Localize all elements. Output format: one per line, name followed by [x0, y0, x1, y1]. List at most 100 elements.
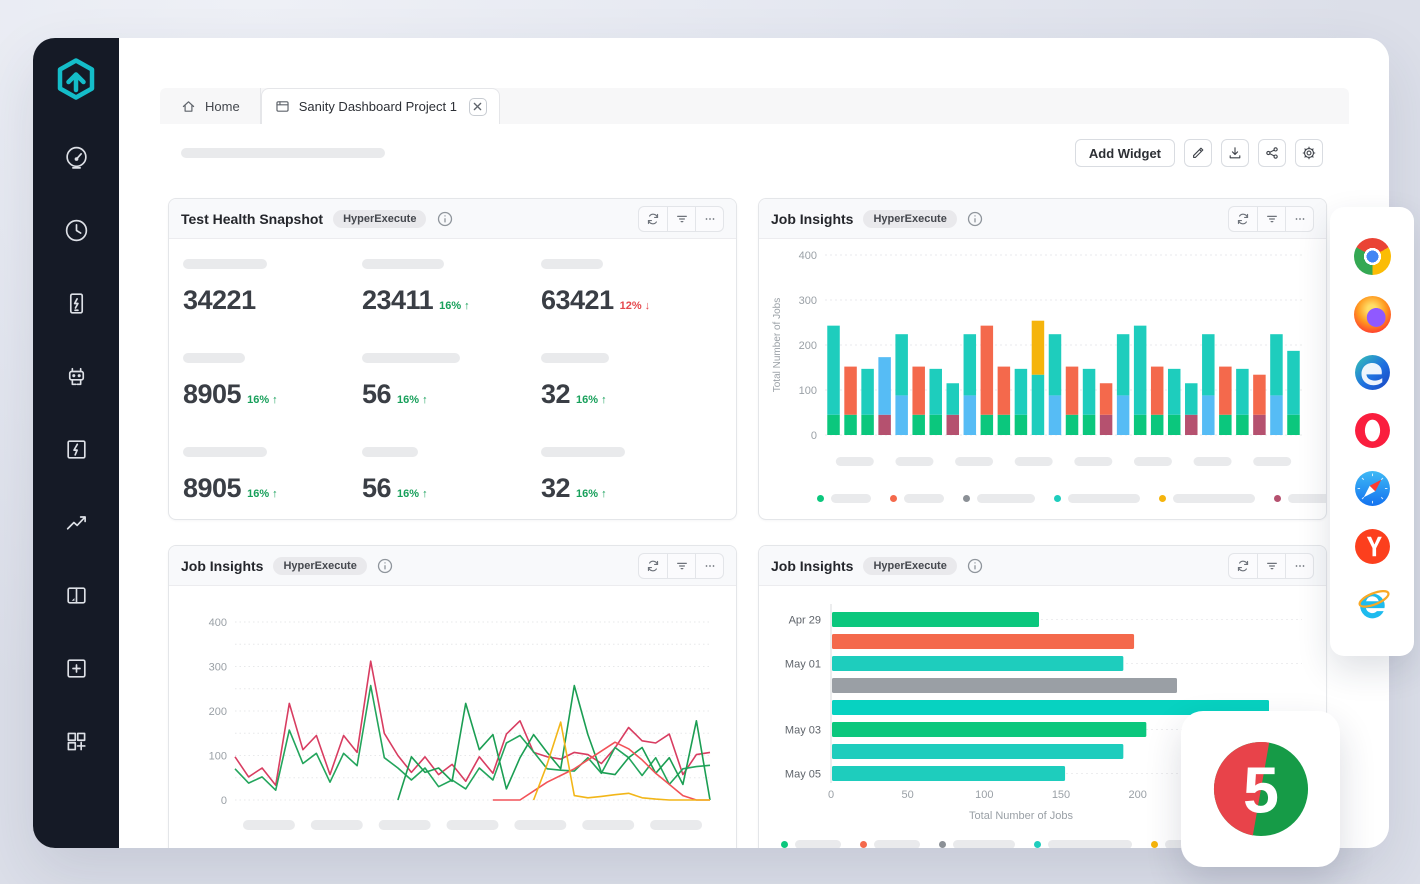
legend-dot — [890, 495, 897, 502]
refresh-icon — [646, 212, 660, 226]
legend-item[interactable] — [963, 494, 1035, 503]
dashboard-gauge-icon[interactable] — [63, 144, 90, 171]
hyperexecute-badge: HyperExecute — [863, 210, 956, 228]
legend-item[interactable] — [781, 840, 841, 848]
widget-button-group — [638, 206, 724, 232]
add-widget-button[interactable]: Add Widget — [1075, 139, 1175, 167]
legend-skeleton — [1048, 840, 1132, 848]
edit-button[interactable] — [1184, 139, 1212, 167]
tab-close-button[interactable] — [469, 98, 487, 116]
hyperexecute-bolt-icon[interactable] — [63, 436, 90, 463]
info-icon[interactable] — [377, 557, 394, 574]
hyperexecute-badge: HyperExecute — [273, 557, 366, 575]
svg-text:Total Number of Jobs: Total Number of Jobs — [772, 298, 783, 393]
legend-item[interactable] — [1054, 494, 1140, 503]
info-icon[interactable] — [967, 557, 984, 574]
compare-split-icon[interactable] — [63, 582, 90, 609]
pencil-icon — [1190, 145, 1206, 161]
info-icon[interactable] — [967, 210, 984, 227]
ellipsis-icon — [1293, 212, 1307, 226]
filter-button[interactable] — [667, 554, 695, 578]
stat-label-skeleton — [541, 353, 609, 363]
new-dashboard-plus-icon[interactable] — [63, 655, 90, 682]
internet-explorer-icon[interactable] — [1354, 586, 1391, 623]
widget-job-insights-line: Job Insights HyperExecute 0100200300400 — [168, 545, 737, 848]
widget-title: Job Insights — [771, 211, 853, 227]
widget-header: Job Insights HyperExecute — [169, 546, 736, 586]
tab-sanity-label: Sanity Dashboard Project 1 — [299, 99, 457, 114]
legend-skeleton — [953, 840, 1015, 848]
stat-delta: 16% ↑ — [247, 488, 278, 500]
tab-home[interactable]: Home — [160, 88, 261, 124]
svg-text:150: 150 — [1052, 789, 1070, 801]
legend-dot — [939, 841, 946, 848]
legend-item[interactable] — [817, 494, 871, 503]
device-bolt-icon[interactable] — [63, 290, 90, 317]
stat-delta: 12% ↓ — [620, 300, 651, 312]
filter-button[interactable] — [1257, 207, 1285, 231]
legend-item[interactable] — [939, 840, 1015, 848]
stat-label-skeleton — [183, 259, 267, 269]
stat-label-skeleton — [362, 353, 460, 363]
analytics-trend-icon[interactable] — [63, 509, 90, 536]
close-icon — [473, 102, 482, 111]
lambdatest-logo-icon[interactable] — [53, 56, 99, 102]
settings-button[interactable] — [1295, 139, 1323, 167]
share-icon — [1264, 145, 1280, 161]
refresh-button[interactable] — [639, 207, 667, 231]
widget-button-group — [1228, 206, 1314, 232]
stat-delta: 16% ↑ — [247, 394, 278, 406]
legend-dot — [1054, 495, 1061, 502]
filter-button[interactable] — [667, 207, 695, 231]
refresh-button[interactable] — [639, 554, 667, 578]
safari-icon[interactable] — [1354, 470, 1391, 507]
svg-text:May 05: May 05 — [785, 769, 821, 781]
filter-icon — [1265, 212, 1279, 226]
automation-robot-icon[interactable] — [63, 363, 90, 390]
edge-icon[interactable] — [1354, 354, 1391, 391]
yandex-icon[interactable] — [1354, 528, 1391, 565]
stat-value: 32 — [541, 473, 570, 504]
info-icon[interactable] — [436, 210, 453, 227]
legend-skeleton — [795, 840, 841, 848]
svg-text:May 01: May 01 — [785, 659, 821, 671]
stat-delta: 16% ↑ — [576, 488, 607, 500]
legend-item[interactable] — [1274, 494, 1327, 503]
five-logo-card: 5 — [1181, 711, 1340, 867]
hyperexecute-badge: HyperExecute — [333, 210, 426, 228]
browser-dock — [1330, 207, 1414, 656]
stat-delta: 16% ↑ — [397, 394, 428, 406]
firefox-icon[interactable] — [1354, 296, 1391, 333]
filter-button[interactable] — [1257, 554, 1285, 578]
refresh-button[interactable] — [1229, 554, 1257, 578]
more-options-button[interactable] — [1285, 207, 1313, 231]
history-clock-icon[interactable] — [63, 217, 90, 244]
widget-header: Job Insights HyperExecute — [759, 546, 1326, 586]
legend-skeleton — [1173, 494, 1255, 503]
refresh-button[interactable] — [1229, 207, 1257, 231]
stat-cell: 890516% ↑ — [183, 353, 362, 410]
tab-sanity-dashboard[interactable]: Sanity Dashboard Project 1 — [261, 88, 500, 124]
legend-item[interactable] — [1159, 494, 1255, 503]
share-button[interactable] — [1258, 139, 1286, 167]
stat-label-skeleton — [541, 447, 625, 457]
svg-text:200: 200 — [799, 340, 817, 352]
svg-text:100: 100 — [975, 789, 993, 801]
more-options-button[interactable] — [1285, 554, 1313, 578]
download-button[interactable] — [1221, 139, 1249, 167]
more-options-button[interactable] — [695, 207, 723, 231]
svg-text:0: 0 — [221, 795, 227, 807]
more-options-button[interactable] — [695, 554, 723, 578]
legend-item[interactable] — [1034, 840, 1132, 848]
svg-text:0: 0 — [811, 430, 817, 442]
chrome-icon[interactable] — [1354, 238, 1391, 275]
toolbar-row: Add Widget — [160, 139, 1349, 167]
stat-cell: 3216% ↑ — [541, 353, 720, 410]
widget-store-grid-icon[interactable] — [63, 728, 90, 755]
filter-icon — [675, 559, 689, 573]
opera-icon[interactable] — [1354, 412, 1391, 449]
legend-dot — [781, 841, 788, 848]
legend-item[interactable] — [890, 494, 944, 503]
legend-item[interactable] — [860, 840, 920, 848]
legend-dot — [1274, 495, 1281, 502]
